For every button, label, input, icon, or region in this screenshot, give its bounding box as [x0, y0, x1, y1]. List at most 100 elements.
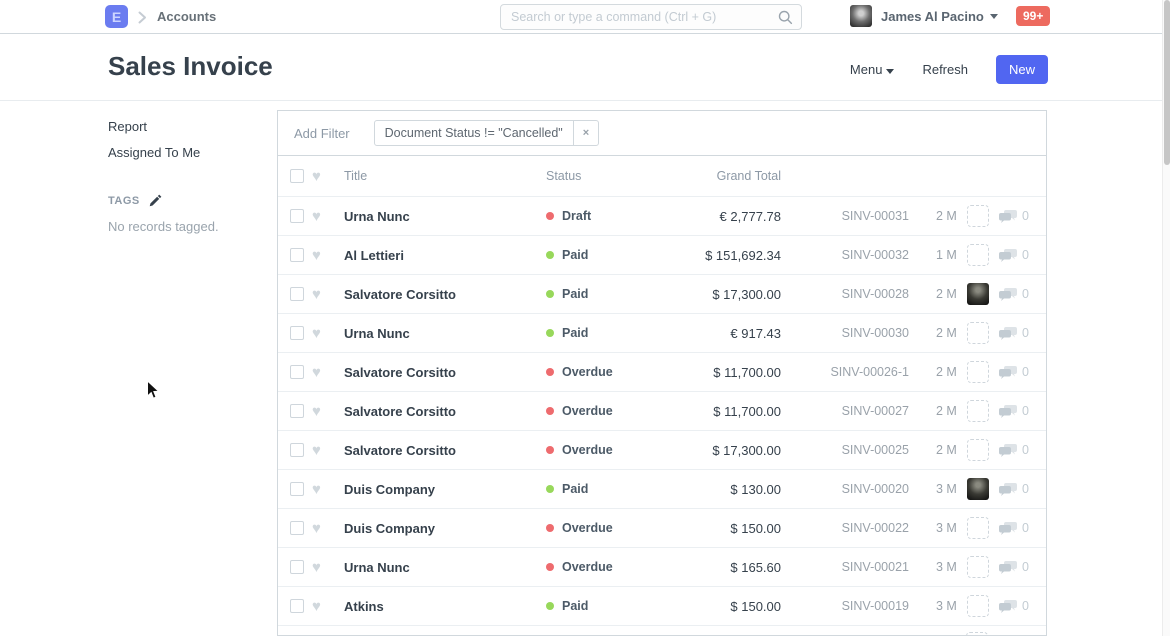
like-icon[interactable]: ♥ — [312, 481, 344, 498]
table-row[interactable]: ♥ Urna Nunc Draft € 2,777.78 SINV-00031 … — [278, 197, 1046, 236]
row-title[interactable]: Urna Nunc — [344, 326, 546, 341]
row-checkbox[interactable] — [290, 326, 304, 340]
row-title[interactable]: Atkins — [344, 599, 546, 614]
row-grand-total: $ 151,692.34 — [641, 248, 781, 263]
filter-chip-label[interactable]: Document Status != "Cancelled" — [375, 121, 573, 145]
row-id[interactable]: SINV-00026-1 — [781, 365, 909, 379]
like-icon[interactable]: ♥ — [312, 559, 344, 576]
row-grand-total: $ 11,700.00 — [641, 365, 781, 380]
status-label: Overdue — [562, 521, 613, 535]
row-id[interactable]: SINV-00031 — [781, 209, 909, 223]
row-grand-total: $ 150.00 — [641, 599, 781, 614]
like-icon[interactable]: ♥ — [312, 403, 344, 420]
user-menu[interactable]: James Al Pacino — [850, 5, 998, 27]
status-dot-icon — [546, 602, 554, 610]
row-comments[interactable]: 0 — [999, 326, 1029, 340]
row-comments[interactable]: 0 — [999, 404, 1029, 418]
status-dot-icon — [546, 446, 554, 454]
like-icon[interactable]: ♥ — [312, 364, 344, 381]
search-input[interactable] — [501, 10, 778, 24]
user-avatar — [850, 5, 872, 27]
comment-icon — [999, 444, 1017, 457]
column-header-grand-total[interactable]: Grand Total — [641, 169, 781, 183]
row-title[interactable]: Salvatore Corsitto — [344, 443, 546, 458]
row-id[interactable]: SINV-00028 — [781, 287, 909, 301]
app-logo[interactable]: E — [105, 5, 128, 28]
row-comments[interactable]: 0 — [999, 482, 1029, 496]
active-filter-chip[interactable]: Document Status != "Cancelled" × — [374, 120, 600, 146]
like-icon[interactable]: ♥ — [312, 325, 344, 342]
row-checkbox[interactable] — [290, 209, 304, 223]
row-comments[interactable]: 0 — [999, 287, 1029, 301]
menu-button[interactable]: Menu — [850, 62, 895, 77]
row-checkbox[interactable] — [290, 521, 304, 535]
notifications-badge[interactable]: 99+ — [1016, 6, 1050, 26]
table-row[interactable]: ♥ Salvatore Corsitto Overdue $ 11,700.00… — [278, 353, 1046, 392]
row-checkbox[interactable] — [290, 599, 304, 613]
row-title[interactable]: Salvatore Corsitto — [344, 404, 546, 419]
row-title[interactable]: Urna Nunc — [344, 209, 546, 224]
search-icon[interactable] — [778, 10, 793, 25]
like-filter-icon[interactable]: ♥ — [312, 168, 344, 185]
table-row[interactable]: ♥ Salvatore Corsitto Overdue $ 11,700.00… — [278, 392, 1046, 431]
new-button[interactable]: New — [996, 55, 1048, 84]
column-header-status[interactable]: Status — [546, 169, 641, 183]
row-id[interactable]: SINV-00019 — [781, 599, 909, 613]
like-icon[interactable]: ♥ — [312, 598, 344, 615]
select-all-checkbox[interactable] — [290, 169, 304, 183]
table-row[interactable]: ♥ Urna Nunc Overdue $ 165.60 SINV-00021 … — [278, 548, 1046, 587]
refresh-button[interactable]: Refresh — [922, 62, 968, 77]
row-title[interactable]: Salvatore Corsitto — [344, 365, 546, 380]
like-icon[interactable]: ♥ — [312, 247, 344, 264]
row-id[interactable]: SINV-00027 — [781, 404, 909, 418]
table-row[interactable]: ♥ Salvatore Corsitto Overdue $ 17,300.00… — [278, 431, 1046, 470]
row-id[interactable]: SINV-00025 — [781, 443, 909, 457]
table-row[interactable]: ♥ Atkins Paid $ 150.00 SINV-00019 3 M 0 — [278, 587, 1046, 626]
row-id[interactable]: SINV-00022 — [781, 521, 909, 535]
page-scrollbar[interactable] — [1162, 0, 1170, 636]
row-comments[interactable]: 0 — [999, 521, 1029, 535]
row-title[interactable]: Duis Company — [344, 521, 546, 536]
row-comments[interactable]: 0 — [999, 599, 1029, 613]
table-row[interactable]: ♥ Duis Company Overdue $ 150.00 SINV-000… — [278, 509, 1046, 548]
table-row[interactable]: ♥ Salvatore Corsitto Paid $ 17,300.00 SI… — [278, 275, 1046, 314]
row-comments[interactable]: 0 — [999, 560, 1029, 574]
row-id[interactable]: SINV-00030 — [781, 326, 909, 340]
row-title[interactable]: Salvatore Corsitto — [344, 287, 546, 302]
like-icon[interactable]: ♥ — [312, 442, 344, 459]
like-icon[interactable]: ♥ — [312, 208, 344, 225]
row-checkbox[interactable] — [290, 482, 304, 496]
row-comments[interactable]: 0 — [999, 443, 1029, 457]
table-row[interactable]: ♥ Al Lettieri Paid $ 151,692.34 SINV-000… — [278, 236, 1046, 275]
row-comments[interactable]: 0 — [999, 365, 1029, 379]
add-filter-button[interactable]: Add Filter — [294, 126, 350, 141]
row-checkbox[interactable] — [290, 443, 304, 457]
row-title[interactable]: Al Lettieri — [344, 248, 546, 263]
status-label: Paid — [562, 287, 588, 301]
row-checkbox[interactable] — [290, 365, 304, 379]
breadcrumb[interactable]: Accounts — [157, 9, 216, 24]
sidebar-item-report[interactable]: Report — [108, 119, 268, 134]
status-dot-icon — [546, 251, 554, 259]
row-comments[interactable]: 0 — [999, 248, 1029, 262]
row-checkbox[interactable] — [290, 248, 304, 262]
sidebar-item-assigned-to-me[interactable]: Assigned To Me — [108, 145, 268, 160]
remove-filter-icon[interactable]: × — [573, 121, 598, 145]
scrollbar-thumb[interactable] — [1164, 0, 1170, 165]
table-row[interactable]: ♥ Duis Company Paid $ 130.00 SINV-00020 … — [278, 470, 1046, 509]
column-header-title[interactable]: Title — [344, 169, 546, 183]
like-icon[interactable]: ♥ — [312, 520, 344, 537]
row-comments[interactable]: 0 — [999, 209, 1029, 223]
like-icon[interactable]: ♥ — [312, 286, 344, 303]
row-checkbox[interactable] — [290, 560, 304, 574]
table-row[interactable]: ♥ Urna Nunc Paid € 917.43 SINV-00030 2 M… — [278, 314, 1046, 353]
row-id[interactable]: SINV-00032 — [781, 248, 909, 262]
edit-tags-icon[interactable] — [149, 194, 162, 207]
row-modified: 3 M — [909, 482, 967, 496]
row-id[interactable]: SINV-00021 — [781, 560, 909, 574]
row-title[interactable]: Duis Company — [344, 482, 546, 497]
row-title[interactable]: Urna Nunc — [344, 560, 546, 575]
row-checkbox[interactable] — [290, 404, 304, 418]
row-checkbox[interactable] — [290, 287, 304, 301]
row-id[interactable]: SINV-00020 — [781, 482, 909, 496]
